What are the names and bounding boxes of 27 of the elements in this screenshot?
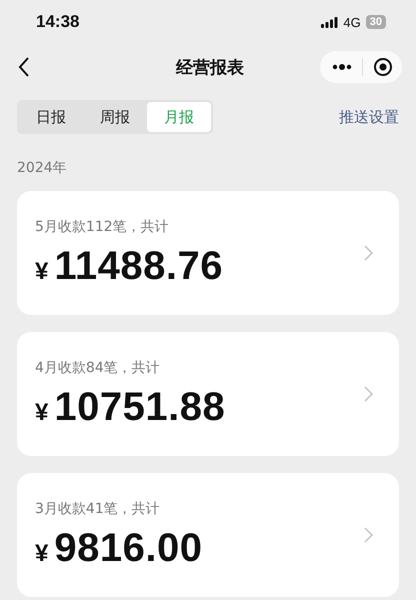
target-icon[interactable] bbox=[373, 57, 393, 77]
chevron-right-icon bbox=[364, 245, 373, 261]
currency-symbol: ¥ bbox=[35, 258, 48, 286]
amount-value: 9816.00 bbox=[54, 526, 202, 570]
push-settings-link[interactable]: 推送设置 bbox=[339, 108, 399, 126]
report-tab[interactable]: 周报 bbox=[83, 102, 147, 132]
battery-indicator: 30 bbox=[366, 15, 386, 29]
network-label: 4G bbox=[343, 14, 361, 30]
chevron-right-icon bbox=[364, 527, 373, 543]
month-card[interactable]: 3月收款41笔，共计 ¥9816.00 bbox=[17, 473, 399, 597]
month-card[interactable]: 5月收款112笔，共计 ¥11488.76 bbox=[17, 191, 399, 315]
amount-value: 10751.88 bbox=[54, 384, 226, 430]
currency-symbol: ¥ bbox=[35, 540, 48, 568]
chevron-right-icon bbox=[364, 386, 373, 402]
month-card[interactable]: 4月收款84笔，共计 ¥10751.88 bbox=[17, 332, 399, 456]
status-time: 14:38 bbox=[36, 12, 80, 32]
currency-symbol: ¥ bbox=[35, 398, 48, 426]
back-icon[interactable] bbox=[18, 57, 30, 77]
report-tab[interactable]: 日报 bbox=[19, 102, 83, 132]
card-caption: 3月收款41笔，共计 bbox=[35, 500, 161, 518]
page-title: 经营报表 bbox=[176, 56, 244, 78]
card-caption: 4月收款84笔，共计 bbox=[35, 358, 161, 376]
signal-icon bbox=[321, 16, 338, 28]
card-caption: 5月收款112笔，共计 bbox=[35, 218, 170, 236]
amount-value: 11488.76 bbox=[54, 244, 223, 288]
more-icon[interactable] bbox=[332, 64, 352, 70]
year-label: 2024年 bbox=[16, 159, 68, 178]
